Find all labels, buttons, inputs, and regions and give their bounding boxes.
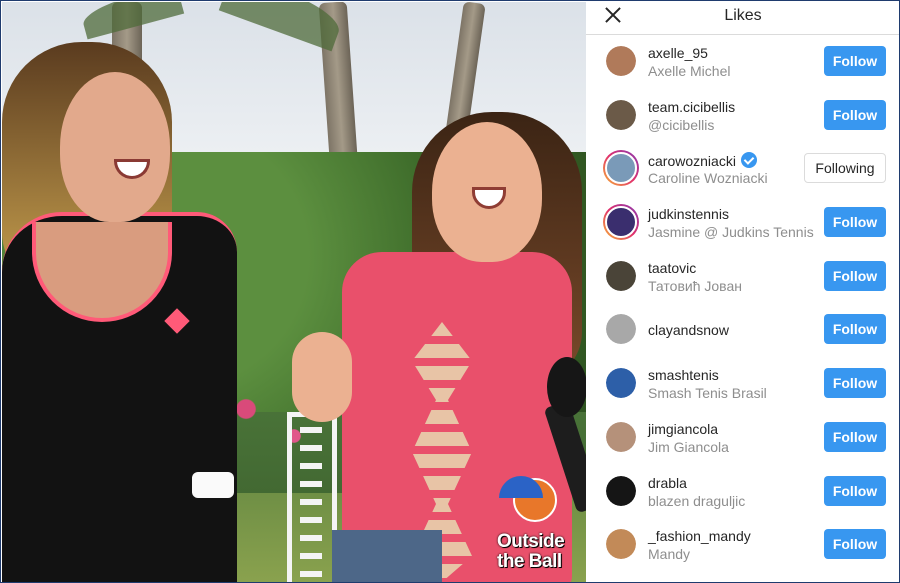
username-link[interactable]: _fashion_mandy xyxy=(648,528,751,544)
list-item: smashtenis Smash Tenis Brasil Follow xyxy=(586,358,899,412)
username-link[interactable]: axelle_95 xyxy=(648,45,708,61)
username-link[interactable]: clayandsnow xyxy=(648,322,729,338)
likes-panel: Likes axelle_95 Axelle Michel Follow team.c… xyxy=(586,2,899,582)
follow-button[interactable]: Follow xyxy=(824,99,886,130)
full-name: Jasmine @ Judkins Tennis xyxy=(648,224,814,241)
username-text[interactable]: taatovic xyxy=(648,260,696,276)
list-item: judkinstennis Jasmine @ Judkins Tennis Fol… xyxy=(586,197,899,251)
likes-list: axelle_95 Axelle Michel Follow team.cicibel… xyxy=(586,36,899,573)
username-link[interactable]: jimgiancola xyxy=(648,421,718,437)
follow-button[interactable]: Follow xyxy=(824,260,886,291)
likes-header: Likes xyxy=(586,2,899,35)
avatar[interactable] xyxy=(606,260,636,291)
avatar[interactable] xyxy=(606,314,636,345)
follow-button[interactable]: Follow xyxy=(824,529,886,560)
avatar[interactable] xyxy=(606,421,636,452)
list-item: drabla blazen draguljic Follow xyxy=(586,466,899,520)
username-text[interactable]: jimgiancola xyxy=(648,421,718,437)
username-link[interactable]: smashtenis xyxy=(648,367,719,383)
username-text[interactable]: _fashion_mandy xyxy=(648,528,751,544)
list-item: jimgiancola Jim Giancola Follow xyxy=(586,412,899,466)
outside-the-ball-logo: Outside the Ball xyxy=(495,474,577,580)
avatar[interactable] xyxy=(606,46,636,76)
username-link[interactable]: carowozniacki xyxy=(648,152,757,169)
username-text[interactable]: judkinstennis xyxy=(648,206,729,222)
screenshot-frame: Outside the Ball Likes axelle_95 Axelle M… xyxy=(0,0,900,583)
watermark-line1: Outside xyxy=(497,531,565,552)
likes-title: Likes xyxy=(724,7,762,24)
avatar[interactable] xyxy=(606,368,636,399)
verified-badge-icon xyxy=(740,152,757,169)
username-link[interactable]: drabla xyxy=(648,475,687,491)
username-link[interactable]: team.cicibellis xyxy=(648,99,735,115)
person-left xyxy=(2,42,242,582)
list-item: team.cicibellis @cicibellis Follow xyxy=(586,90,899,144)
follow-button[interactable]: Follow xyxy=(824,475,886,506)
full-name: Caroline Wozniacki xyxy=(648,170,768,187)
follow-button[interactable]: Follow xyxy=(824,46,886,76)
list-item: _fashion_mandy Mandy Follow xyxy=(586,519,899,573)
username-text[interactable]: drabla xyxy=(648,475,687,491)
following-button[interactable]: Following xyxy=(804,153,886,184)
list-item: taatovic Татовић Јован Follow xyxy=(586,251,899,305)
username-text[interactable]: smashtenis xyxy=(648,367,719,383)
username-text[interactable]: clayandsnow xyxy=(648,322,729,338)
username-link[interactable]: taatovic xyxy=(648,260,696,276)
list-item: clayandsnow Follow xyxy=(586,304,899,358)
full-name: @cicibellis xyxy=(648,116,715,133)
avatar[interactable] xyxy=(606,99,636,130)
avatar[interactable] xyxy=(606,475,636,506)
avatar[interactable] xyxy=(606,529,636,560)
follow-button[interactable]: Follow xyxy=(824,421,886,452)
full-name: Axelle Michel xyxy=(648,63,731,79)
watermark-line2: the Ball xyxy=(497,551,562,572)
wristwatch xyxy=(192,472,234,498)
username-text[interactable]: team.cicibellis xyxy=(648,99,735,115)
avatar[interactable] xyxy=(603,204,639,241)
list-item: axelle_95 Axelle Michel Follow xyxy=(586,36,899,90)
avatar[interactable] xyxy=(603,150,639,187)
username-text[interactable]: axelle_95 xyxy=(648,45,708,61)
full-name: Smash Tenis Brasil xyxy=(648,385,767,402)
microphone xyxy=(547,357,586,417)
follow-button[interactable]: Follow xyxy=(824,368,886,399)
video-frame: Outside the Ball xyxy=(2,2,586,582)
full-name: Mandy xyxy=(648,546,691,563)
username-text[interactable]: carowozniacki xyxy=(648,153,736,169)
full-name: Татовић Јован xyxy=(648,277,742,294)
follow-button[interactable]: Follow xyxy=(824,207,886,238)
username-link[interactable]: judkinstennis xyxy=(648,206,729,222)
follow-button[interactable]: Follow xyxy=(824,314,886,345)
full-name: Jim Giancola xyxy=(648,438,729,455)
list-item: carowozniacki Caroline Wozniacki Following xyxy=(586,143,899,197)
full-name: blazen draguljic xyxy=(648,492,746,509)
